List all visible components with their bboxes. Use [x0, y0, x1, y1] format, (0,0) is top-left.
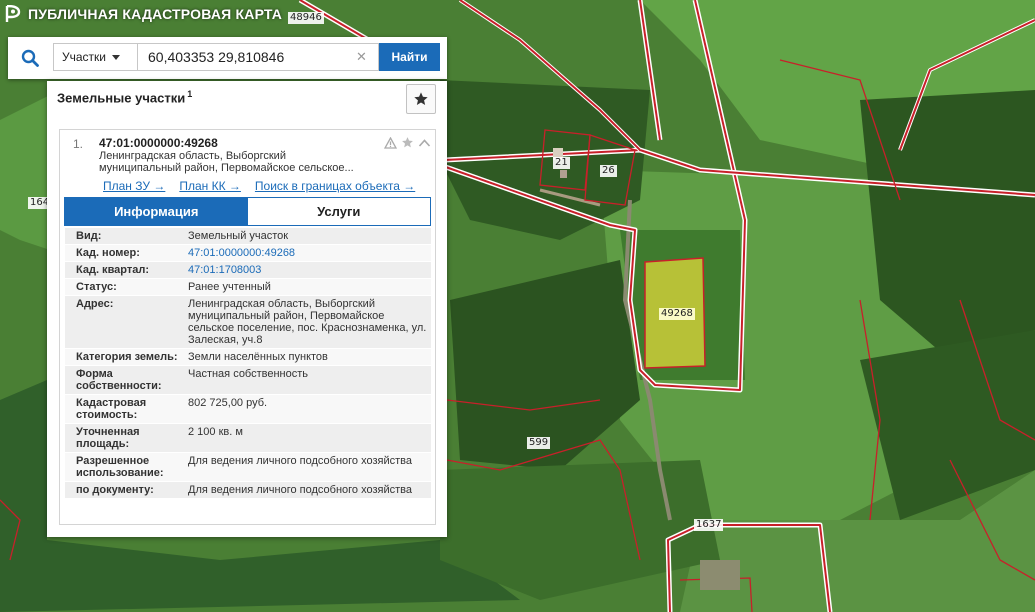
info-row: Статус: Ранее учтенный	[65, 278, 431, 296]
info-key: Категория земель:	[65, 348, 185, 366]
info-key: Кадастровая стоимость:	[65, 394, 185, 424]
info-row: Форма собственности: Частная собственност…	[65, 365, 431, 395]
result-tabs: Информация Услуги	[64, 197, 431, 226]
info-key: Вид:	[65, 228, 185, 245]
rosreestr-logo-icon[interactable]	[5, 5, 21, 23]
info-key: Форма собственности:	[65, 365, 185, 395]
info-key: Уточненная площадь:	[65, 423, 185, 453]
result-address: Ленинградская область, Выборгский муници…	[99, 150, 354, 174]
info-row: Кадастровая стоимость: 802 725,00 руб.	[65, 394, 431, 424]
map-label-48946: 48946	[288, 12, 324, 24]
info-row: Вид: Земельный участок	[65, 228, 431, 245]
info-key: по документу:	[65, 481, 185, 499]
info-value: 802 725,00 руб.	[185, 394, 431, 424]
info-row: Разрешенное использование: Для ведения ли…	[65, 452, 431, 482]
result-cad-number[interactable]: 47:01:0000000:49268	[99, 136, 218, 150]
info-key: Кад. квартал:	[65, 261, 185, 279]
search-icon[interactable]	[8, 37, 52, 79]
app-header: ПУБЛИЧНАЯ КАДАСТРОВАЯ КАРТА	[0, 0, 282, 28]
result-links: План ЗУ → План КК → Поиск в границах объ…	[103, 179, 415, 193]
map-label-21: 21	[553, 157, 570, 169]
results-panel: Земельные участки 1 1. 47:01:0000000:4926…	[47, 81, 447, 537]
info-value: Для ведения личного подсобного хозяйства	[185, 452, 431, 482]
info-row: Кад. номер: 47:01:0000000:49268	[65, 244, 431, 262]
map-label-599: 599	[527, 437, 551, 449]
info-key: Разрешенное использование:	[65, 452, 185, 482]
tab-information[interactable]: Информация	[65, 198, 248, 225]
building	[560, 170, 567, 178]
chevron-down-icon	[112, 54, 120, 60]
link-search-in-bounds[interactable]: Поиск в границах объекта →	[255, 179, 415, 193]
info-key: Статус:	[65, 278, 185, 296]
tab-services[interactable]: Услуги	[247, 198, 430, 225]
building	[700, 560, 740, 590]
result-count: 1	[187, 89, 193, 99]
info-value: Ранее учтенный	[185, 278, 431, 296]
panel-title: Земельные участки 1	[57, 89, 192, 105]
result-card[interactable]: 1. 47:01:0000000:49268 Ленинградская обл…	[59, 129, 436, 525]
search-type-dropdown[interactable]: Участки	[53, 43, 137, 71]
info-table: Вид: Земельный участок Кад. номер: 47:01:00…	[65, 228, 431, 499]
panel-title-text: Земельные участки	[57, 90, 186, 106]
map-label-26: 26	[600, 165, 617, 177]
star-icon	[414, 92, 428, 105]
info-value[interactable]: 47:01:1708003	[185, 261, 431, 279]
info-value: Ленинградская область, Выборгский муници…	[185, 295, 431, 349]
search-type-label: Участки	[62, 50, 106, 64]
collapse-icon[interactable]	[418, 137, 431, 151]
result-tools	[383, 136, 431, 152]
search-input[interactable]	[137, 43, 379, 71]
info-value: 2 100 кв. м	[185, 423, 431, 453]
info-key: Адрес:	[65, 295, 185, 349]
info-row: по документу: Для ведения личного подсобн…	[65, 481, 431, 499]
info-value[interactable]: 47:01:0000000:49268	[185, 244, 431, 262]
info-value: Частная собственность	[185, 365, 431, 395]
map-label-1637: 1637	[694, 519, 724, 531]
close-icon[interactable]: ✕	[356, 49, 367, 65]
result-index: 1.	[73, 137, 84, 151]
app-title: ПУБЛИЧНАЯ КАДАСТРОВАЯ КАРТА	[28, 6, 283, 22]
info-row: Уточненная площадь: 2 100 кв. м	[65, 423, 431, 453]
info-value: Для ведения личного подсобного хозяйства	[185, 481, 431, 499]
info-value: Земли населённых пунктов	[185, 348, 431, 366]
map-label-49268: 49268	[659, 308, 695, 320]
info-row: Категория земель: Земли населённых пункто…	[65, 348, 431, 366]
info-row: Кад. квартал: 47:01:1708003	[65, 261, 431, 279]
favorites-button[interactable]	[406, 84, 436, 114]
info-key: Кад. номер:	[65, 244, 185, 262]
info-row: Адрес: Ленинградская область, Выборгский …	[65, 295, 431, 349]
find-button[interactable]: Найти	[379, 43, 440, 71]
link-plan-zu[interactable]: План ЗУ →	[103, 179, 165, 193]
link-plan-kk[interactable]: План КК →	[179, 179, 241, 193]
search-bar: Участки ✕ Найти	[8, 37, 447, 79]
info-value: Земельный участок	[185, 228, 431, 245]
warning-icon[interactable]	[383, 136, 398, 152]
star-icon[interactable]	[401, 136, 414, 152]
